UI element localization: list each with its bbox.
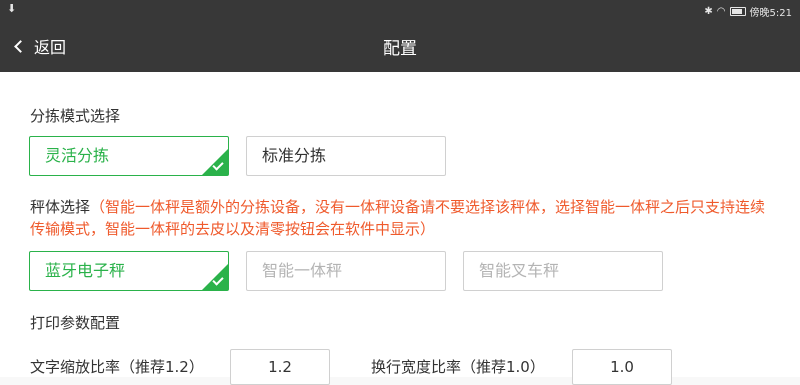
option-smart-forklift-scale[interactable]: 智能叉车秤: [463, 251, 663, 291]
text-scale-label: 文字缩放比率（推荐1.2）: [30, 358, 204, 376]
option-flexible-sort[interactable]: 灵活分拣: [29, 136, 229, 176]
option-label: 智能一体秤: [262, 261, 343, 280]
checkmark-icon: [202, 264, 228, 290]
page-title: 配置: [383, 39, 417, 59]
wifi-icon: ◠: [716, 6, 726, 17]
scale-note: （智能一体秤是额外的分拣设备，没有一体秤设备请不要选择该秤体，选择智能一体秤之后…: [30, 198, 766, 238]
option-bluetooth-scale[interactable]: 蓝牙电子秤: [29, 251, 229, 291]
checkmark-icon: [202, 149, 228, 175]
text-scale-input[interactable]: 1.2: [230, 349, 330, 385]
download-icon: ⬇: [7, 2, 17, 15]
line-width-label: 换行宽度比率（推荐1.0）: [371, 358, 545, 376]
option-label: 灵活分拣: [45, 146, 110, 165]
status-icons: ✱ ◠ 傍晚5:21: [704, 4, 792, 19]
status-time: 傍晚5:21: [749, 8, 792, 19]
scale-label: 秤体选择: [30, 198, 91, 216]
top-bar: 返回 配置: [0, 20, 800, 72]
config-content: 分拣模式选择 灵活分拣 标准分拣 秤体选择（智能一体秤是额外的分拣设备，没有一体…: [0, 72, 800, 385]
battery-icon: [729, 7, 746, 16]
bluetooth-icon: ✱: [704, 6, 713, 17]
print-config-label: 打印参数配置: [30, 314, 121, 332]
option-label: 智能叉车秤: [479, 261, 560, 280]
option-label: 标准分拣: [262, 146, 327, 165]
scale-section: 秤体选择（智能一体秤是额外的分拣设备，没有一体秤设备请不要选择该秤体，选择智能一…: [30, 196, 770, 240]
line-width-input[interactable]: 1.0: [572, 349, 672, 385]
option-standard-sort[interactable]: 标准分拣: [246, 136, 446, 176]
option-smart-integrated-scale[interactable]: 智能一体秤: [246, 251, 446, 291]
sort-mode-label: 分拣模式选择: [30, 107, 121, 125]
status-bar: ⬇ ✱ ◠ 傍晚5:21: [0, 0, 800, 20]
option-label: 蓝牙电子秤: [45, 261, 126, 280]
